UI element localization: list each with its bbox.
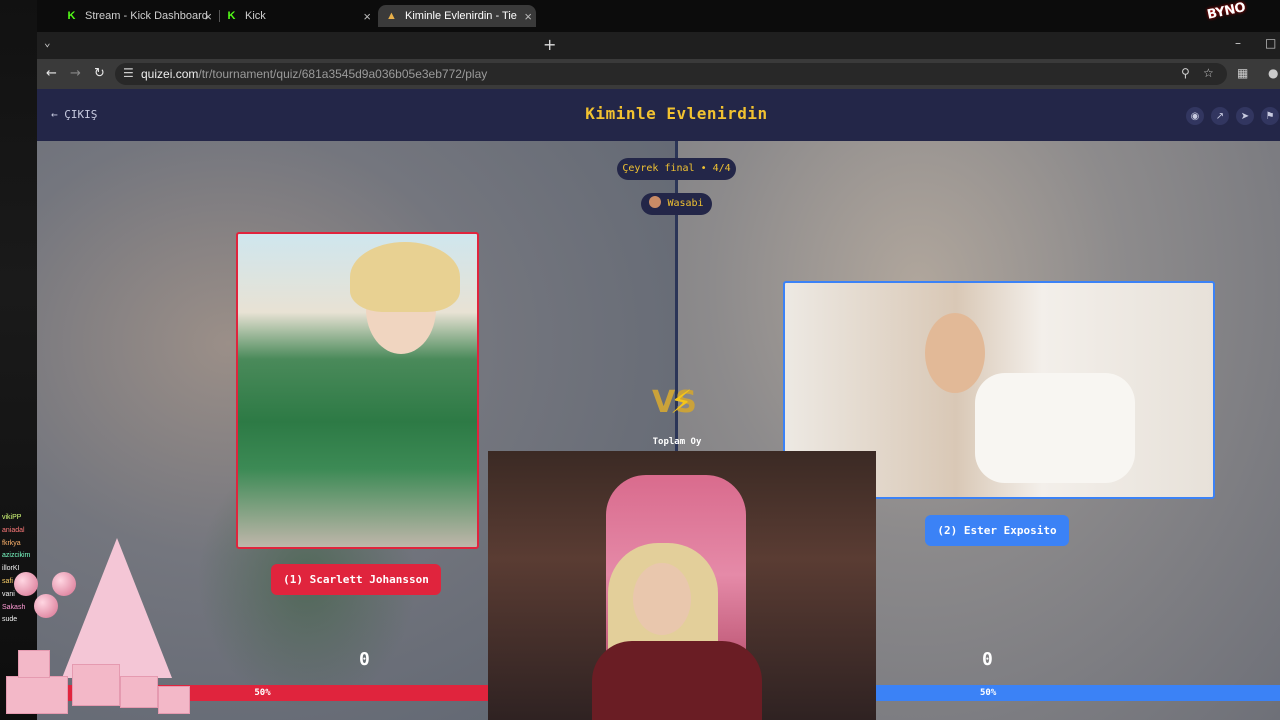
url-host: quizei.com	[141, 67, 199, 81]
lightning-icon: ⚡	[670, 383, 693, 421]
contestant-left-image[interactable]	[236, 232, 479, 549]
avatar	[649, 196, 662, 208]
send-icon[interactable]: ➤	[1236, 107, 1254, 125]
new-tab-icon[interactable]: +	[543, 35, 556, 54]
gift-box-icon	[120, 676, 158, 708]
minimize-icon[interactable]: –	[1235, 36, 1241, 50]
total-votes-label: Toplam Oy	[652, 437, 702, 447]
tab-search-icon[interactable]: ⌄	[44, 36, 51, 49]
maximize-icon[interactable]: □	[1265, 36, 1276, 50]
forward-icon[interactable]: →	[70, 66, 81, 81]
vote-left-button[interactable]: (1) Scarlett Johansson	[271, 564, 441, 595]
tree-icon	[62, 538, 172, 678]
streamer-webcam	[488, 451, 876, 720]
back-icon[interactable]: ←	[46, 66, 57, 81]
tab-separator	[219, 10, 220, 22]
zoom-icon[interactable]: ⚲	[1181, 66, 1190, 80]
tab-kick-dashboard[interactable]: K Stream - Kick Dashboard ×	[66, 5, 212, 27]
round-badge: Çeyrek final • 4/4	[617, 158, 736, 180]
right-percent-label: 50%	[980, 688, 997, 698]
portrait-shirt	[975, 373, 1135, 483]
gift-box-icon	[6, 676, 68, 714]
browser-tab-bar	[37, 32, 1280, 59]
portrait-face	[925, 313, 985, 393]
url-text[interactable]: quizei.com/tr/tournament/quiz/681a3545d9…	[141, 67, 487, 81]
eye-icon[interactable]: ◉	[1186, 107, 1204, 125]
chat-line: aniadal	[2, 526, 25, 534]
chat-line: azizcikim	[2, 552, 31, 560]
gift-box-icon	[158, 686, 190, 714]
vs-icon: VS ⚡	[652, 383, 704, 421]
ornament-icon	[52, 572, 76, 596]
tab-quizei[interactable]: ▲ Kiminle Evlenirdin - Tier List, Kö ×	[378, 5, 536, 27]
creator-name: Wasabi	[667, 198, 704, 209]
left-vote-count: 0	[359, 649, 370, 670]
extensions-icon[interactable]: ▦	[1237, 66, 1248, 80]
profile-icon[interactable]: ●	[1268, 66, 1278, 80]
reload-icon[interactable]: ↻	[94, 66, 105, 81]
stream-chat: vikiPP aniadal fkrkya azizcikim illorKI …	[2, 512, 38, 627]
ornament-icon	[14, 572, 38, 596]
share-icon[interactable]: ↗	[1211, 107, 1229, 125]
portrait-hair	[350, 242, 460, 312]
tab-title: Kick	[245, 10, 266, 22]
close-tab-icon[interactable]: ×	[204, 9, 212, 24]
right-vote-count: 0	[982, 649, 993, 670]
kick-favicon-icon: K	[67, 10, 76, 22]
streamer-face	[633, 563, 691, 635]
bookmark-star-icon[interactable]: ☆	[1203, 66, 1214, 80]
gift-box-icon	[18, 650, 50, 678]
chat-line: fkrkya	[2, 539, 21, 547]
tab-title: Kiminle Evlenirdin - Tier List, Kö	[405, 10, 517, 22]
vote-right-button[interactable]: (2) Ester Exposito	[925, 515, 1069, 546]
chat-line: sude	[2, 616, 18, 624]
flag-icon[interactable]: ⚑	[1261, 107, 1279, 125]
chat-line: vikiPP	[2, 514, 22, 521]
ornament-icon	[34, 594, 58, 618]
tab-kick[interactable]: K Kick ×	[226, 5, 371, 27]
site-settings-icon[interactable]: ☰	[123, 66, 134, 80]
creator-badge[interactable]: Wasabi	[641, 193, 712, 215]
gift-box-icon	[72, 664, 120, 706]
page-title: Kiminle Evlenirdin	[585, 104, 768, 123]
url-path: /tr/tournament/quiz/681a3545d9a036b05e3e…	[198, 67, 488, 81]
streamer-hoodie	[592, 641, 762, 720]
close-tab-icon[interactable]: ×	[524, 9, 532, 24]
kick-favicon-icon: K	[227, 10, 236, 22]
tab-title: Stream - Kick Dashboard	[85, 10, 208, 22]
quizei-favicon-icon: ▲	[386, 10, 397, 22]
close-tab-icon[interactable]: ×	[363, 9, 371, 24]
chat-line: Sakash	[2, 603, 26, 611]
